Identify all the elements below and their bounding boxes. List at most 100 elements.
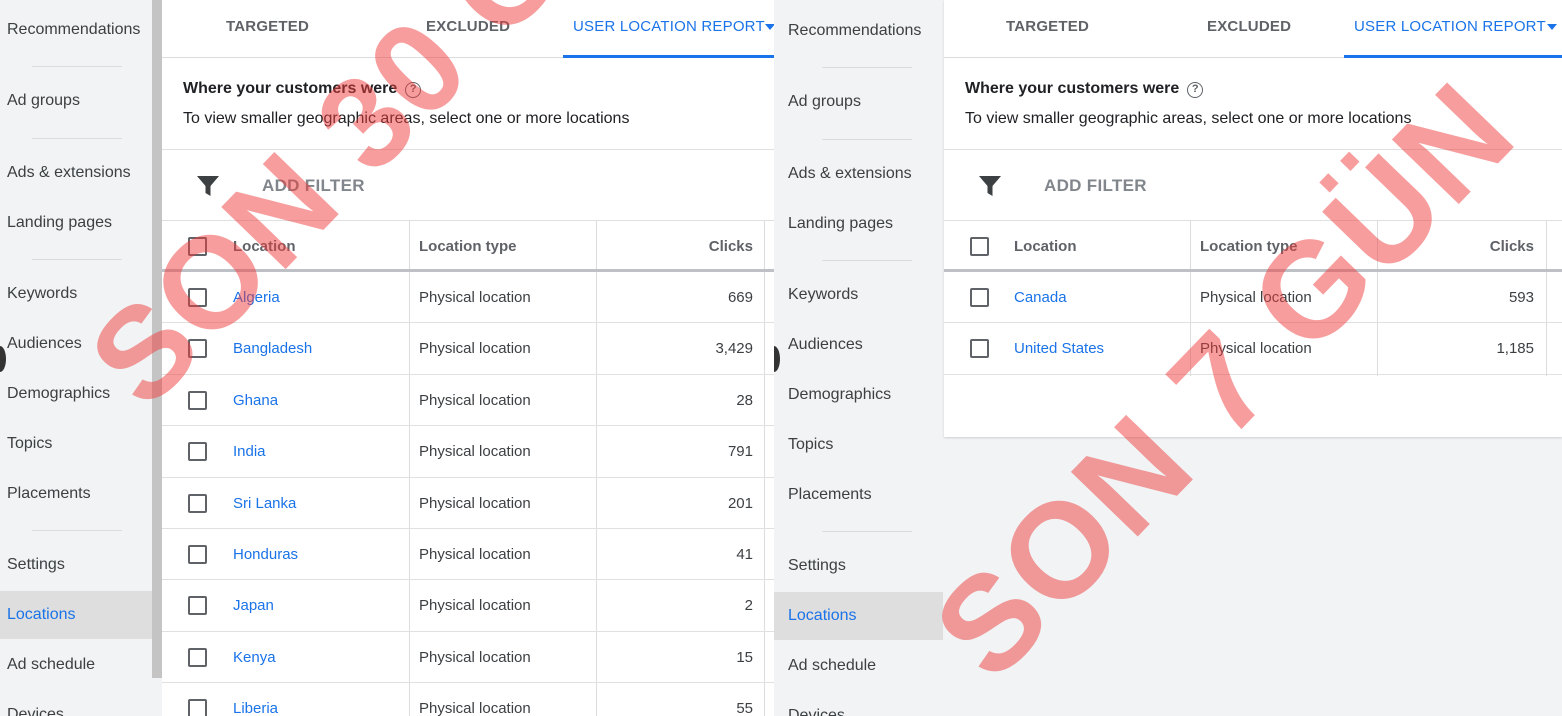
location-type: Physical location <box>1200 340 1312 358</box>
location-type: Physical location <box>419 494 531 512</box>
location-link[interactable]: Honduras <box>233 546 298 563</box>
filter-bar: ADD FILTER <box>944 149 1562 221</box>
clicks-value: 791 <box>727 443 753 461</box>
location-link[interactable]: Kenya <box>233 649 276 666</box>
tab-bar: TARGETED EXCLUDED USER LOCATION REPORT <box>162 0 774 58</box>
sidebar-item-landing-pages[interactable]: Landing pages <box>7 214 112 232</box>
row-checkbox[interactable] <box>188 699 207 716</box>
row-checkbox[interactable] <box>188 544 207 564</box>
tab-user-location-report[interactable]: USER LOCATION REPORT <box>573 18 765 35</box>
sidebar-item-keywords[interactable]: Keywords <box>7 285 77 303</box>
table-header: Location Location type Clicks <box>162 221 774 272</box>
location-link[interactable]: Bangladesh <box>233 340 312 357</box>
header-location-type[interactable]: Location type <box>1200 238 1298 255</box>
tab-active-indicator <box>1344 55 1562 58</box>
sidebar-item-placements[interactable]: Placements <box>788 486 872 504</box>
sidebar-item-ad-groups[interactable]: Ad groups <box>788 93 861 111</box>
location-link[interactable]: Canada <box>1014 289 1067 306</box>
filter-icon[interactable] <box>197 176 219 196</box>
clicks-value: 28 <box>736 391 753 409</box>
sidebar-item-keywords[interactable]: Keywords <box>788 286 858 304</box>
sidebar-item-settings[interactable]: Settings <box>788 557 846 575</box>
location-type: Physical location <box>1200 289 1312 306</box>
tab-bar: TARGETED EXCLUDED USER LOCATION REPORT <box>944 0 1562 58</box>
location-type: Physical location <box>419 340 531 358</box>
clicks-value: 201 <box>727 494 753 512</box>
header-clicks[interactable]: Clicks <box>596 238 753 255</box>
sidebar-item-settings[interactable]: Settings <box>7 556 65 574</box>
table-row: Ghana Physical location 28 <box>162 375 774 427</box>
sidebar: Recommendations Ad groups Ads & extensio… <box>774 0 943 716</box>
location-link[interactable]: Sri Lanka <box>233 495 296 512</box>
location-link[interactable]: India <box>233 443 266 460</box>
sidebar-item-placements[interactable]: Placements <box>7 485 91 503</box>
location-type: Physical location <box>419 700 531 716</box>
sidebar-item-ad-groups[interactable]: Ad groups <box>7 92 80 110</box>
location-link[interactable]: Ghana <box>233 392 278 409</box>
row-checkbox[interactable] <box>188 596 207 616</box>
location-table: Location Location type Clicks Canada Phy… <box>944 221 1562 376</box>
sidebar-item-topics[interactable]: Topics <box>7 435 52 453</box>
sidebar: Recommendations Ad groups Ads & extensio… <box>0 0 152 716</box>
sidebar-item-audiences[interactable]: Audiences <box>788 336 863 354</box>
sidebar-item-audiences[interactable]: Audiences <box>7 335 82 353</box>
select-all-checkbox[interactable] <box>970 237 989 256</box>
row-checkbox[interactable] <box>188 390 207 410</box>
sidebar-item-topics[interactable]: Topics <box>788 436 833 454</box>
location-link[interactable]: Japan <box>233 597 274 614</box>
sidebar-item-demographics[interactable]: Demographics <box>7 385 110 403</box>
dropdown-arrow-icon[interactable] <box>1547 24 1557 30</box>
tab-user-location-report[interactable]: USER LOCATION REPORT <box>1354 18 1546 35</box>
row-checkbox[interactable] <box>188 493 207 513</box>
tab-excluded[interactable]: EXCLUDED <box>1207 18 1291 35</box>
tab-targeted[interactable]: TARGETED <box>1006 18 1089 35</box>
filter-icon[interactable] <box>979 176 1001 196</box>
clicks-value: 1,185 <box>1496 340 1534 358</box>
table-row: Japan Physical location 2 <box>162 580 774 632</box>
sidebar-item-ads-extensions[interactable]: Ads & extensions <box>788 165 912 183</box>
panel-last-7-days: Recommendations Ad groups Ads & extensio… <box>774 0 1562 716</box>
location-link[interactable]: Algeria <box>233 289 280 306</box>
filter-bar: ADD FILTER <box>162 149 774 221</box>
sidebar-scrollbar[interactable] <box>152 0 162 678</box>
tab-targeted[interactable]: TARGETED <box>226 18 309 35</box>
header-location[interactable]: Location <box>233 238 296 255</box>
tab-excluded[interactable]: EXCLUDED <box>426 18 510 35</box>
table-row: Liberia Physical location 55 <box>162 683 774 716</box>
help-icon[interactable]: ? <box>405 82 422 98</box>
sidebar-item-recommendations[interactable]: Recommendations <box>7 21 140 39</box>
clicks-value: 41 <box>736 545 753 563</box>
sidebar-item-locations[interactable]: Locations <box>788 607 857 625</box>
table-row: Sri Lanka Physical location 201 <box>162 478 774 529</box>
row-checkbox[interactable] <box>188 339 207 359</box>
row-checkbox[interactable] <box>188 647 207 667</box>
sidebar-item-devices[interactable]: Devices <box>7 706 64 716</box>
row-checkbox[interactable] <box>970 339 989 359</box>
sidebar-item-devices[interactable]: Devices <box>788 707 845 716</box>
sidebar-divider <box>32 259 122 260</box>
select-all-checkbox[interactable] <box>188 237 207 256</box>
report-title: Where your customers were? <box>183 80 422 98</box>
location-link[interactable]: Liberia <box>233 700 278 716</box>
sidebar-item-locations[interactable]: Locations <box>7 606 76 624</box>
add-filter-button[interactable]: ADD FILTER <box>1044 176 1147 196</box>
tab-active-indicator <box>563 55 774 58</box>
row-checkbox[interactable] <box>188 288 207 307</box>
sidebar-item-demographics[interactable]: Demographics <box>788 386 891 404</box>
sidebar-item-ads-extensions[interactable]: Ads & extensions <box>7 164 131 182</box>
dropdown-arrow-icon[interactable] <box>765 24 774 30</box>
row-checkbox[interactable] <box>188 442 207 462</box>
report-subtitle: To view smaller geographic areas, select… <box>183 110 630 127</box>
location-link[interactable]: United States <box>1014 340 1104 357</box>
main-card: TARGETED EXCLUDED USER LOCATION REPORT W… <box>162 0 774 716</box>
add-filter-button[interactable]: ADD FILTER <box>262 176 365 196</box>
sidebar-item-recommendations[interactable]: Recommendations <box>788 22 921 40</box>
sidebar-item-ad-schedule[interactable]: Ad schedule <box>7 656 95 674</box>
sidebar-item-landing-pages[interactable]: Landing pages <box>788 215 893 233</box>
row-checkbox[interactable] <box>970 288 989 307</box>
header-location[interactable]: Location <box>1014 238 1077 255</box>
help-icon[interactable]: ? <box>1187 82 1204 98</box>
sidebar-item-ad-schedule[interactable]: Ad schedule <box>788 657 876 675</box>
header-clicks[interactable]: Clicks <box>1377 238 1534 255</box>
header-location-type[interactable]: Location type <box>419 238 517 255</box>
